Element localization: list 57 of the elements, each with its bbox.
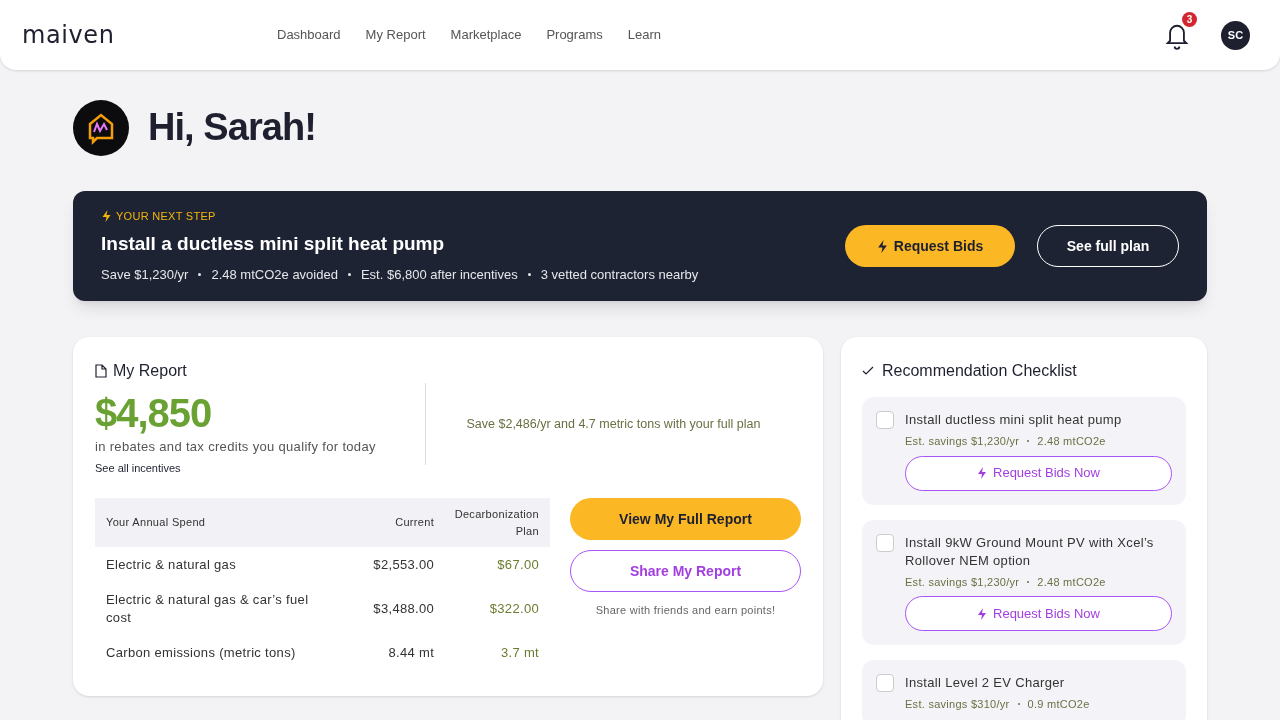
notification-badge: 3 bbox=[1182, 12, 1197, 27]
eyebrow-label: YOUR NEXT STEP bbox=[116, 208, 216, 224]
request-bids-button[interactable]: Request Bids Now bbox=[905, 455, 1172, 491]
rebate-caption: in rebates and tax credits you qualify for today bbox=[95, 438, 377, 456]
carbon-text: 2.48 mtCO2e bbox=[1037, 434, 1106, 449]
table-cell-text: 8.44 mt bbox=[387, 644, 435, 663]
table-cell: $322.00 bbox=[434, 583, 550, 635]
checkbox[interactable] bbox=[876, 533, 894, 552]
fact-text: 2.48 mtCO2e avoided bbox=[211, 265, 338, 284]
greeting-heading: Hi, Sarah! bbox=[148, 105, 316, 150]
savings-text: Est. savings $310/yr bbox=[905, 697, 1010, 712]
nav-link[interactable]: My Report bbox=[365, 25, 426, 45]
table-cell-text: $3,488.00 bbox=[372, 600, 435, 619]
document-icon bbox=[95, 364, 107, 378]
next-step-title: Install a ductless mini split heat pump bbox=[101, 232, 446, 257]
logo-icon bbox=[73, 99, 129, 156]
table-cell: $67.00 bbox=[434, 547, 550, 583]
table-cell: Electric & natural gas bbox=[95, 547, 338, 583]
logo[interactable]: maiven bbox=[22, 17, 277, 53]
checkbox[interactable] bbox=[876, 674, 894, 692]
lightning-icon bbox=[977, 607, 987, 620]
table-cell: $2,553.00 bbox=[337, 547, 435, 583]
request-bids-button[interactable]: Request Bids Now bbox=[905, 596, 1172, 631]
nav-link[interactable]: Dashboard bbox=[277, 25, 341, 45]
plan-savings-note: Save $2,486/yr and 4.7 metric tons with your full plan bbox=[466, 415, 761, 433]
nav-link[interactable]: Marketplace bbox=[450, 25, 522, 45]
fact-text: 3 vetted contractors nearby bbox=[540, 265, 699, 284]
checkbox[interactable] bbox=[876, 411, 894, 429]
table-cell: 3.7 mt bbox=[434, 635, 550, 671]
carbon-text: 2.48 mtCO2e bbox=[1037, 574, 1106, 590]
table-cell-text: Electric & natural gas & car’s fuel cost bbox=[105, 591, 310, 627]
nav-link[interactable]: Learn bbox=[627, 25, 661, 45]
card-title: My Report bbox=[113, 361, 187, 381]
nav-link[interactable]: Programs bbox=[546, 25, 603, 45]
request-bids-button[interactable]: Request Bids bbox=[845, 225, 1015, 267]
share-note: Share with friends and earn points! bbox=[595, 603, 776, 618]
item-title: Install ductless mini split heat pump bbox=[905, 411, 1123, 429]
see-incentives-link[interactable]: See all incentives bbox=[95, 459, 425, 476]
lightning-icon bbox=[977, 467, 987, 479]
savings-text: Est. savings $1,230/yr bbox=[905, 434, 1020, 449]
rebate-amount: $4,850 bbox=[95, 390, 213, 437]
card-title: Recommendation Checklist bbox=[882, 361, 1077, 381]
lightning-icon bbox=[101, 210, 112, 222]
fact-text: Save $1,230/yr bbox=[101, 265, 189, 284]
column-header: Your Annual Spend bbox=[95, 498, 338, 547]
item-title: Install 9kW Ground Mount PV with Xcel’s Rollover NEM option bbox=[905, 533, 1155, 570]
lightning-icon bbox=[876, 239, 888, 253]
avatar[interactable]: SC bbox=[1221, 20, 1250, 50]
column-header: Current bbox=[337, 498, 435, 547]
check-icon bbox=[862, 366, 874, 376]
savings-text: Est. savings $1,230/yr bbox=[905, 574, 1020, 590]
column-header: Decarbonization Plan bbox=[434, 498, 550, 547]
item-title: Install Level 2 EV Charger bbox=[905, 674, 1066, 692]
carbon-text: 0.9 mtCO2e bbox=[1027, 697, 1090, 712]
table-cell-text: Carbon emissions (metric tons) bbox=[105, 644, 297, 662]
view-report-button[interactable]: View My Full Report bbox=[570, 498, 801, 540]
fact-text: Est. $6,800 after incentives bbox=[360, 265, 518, 284]
